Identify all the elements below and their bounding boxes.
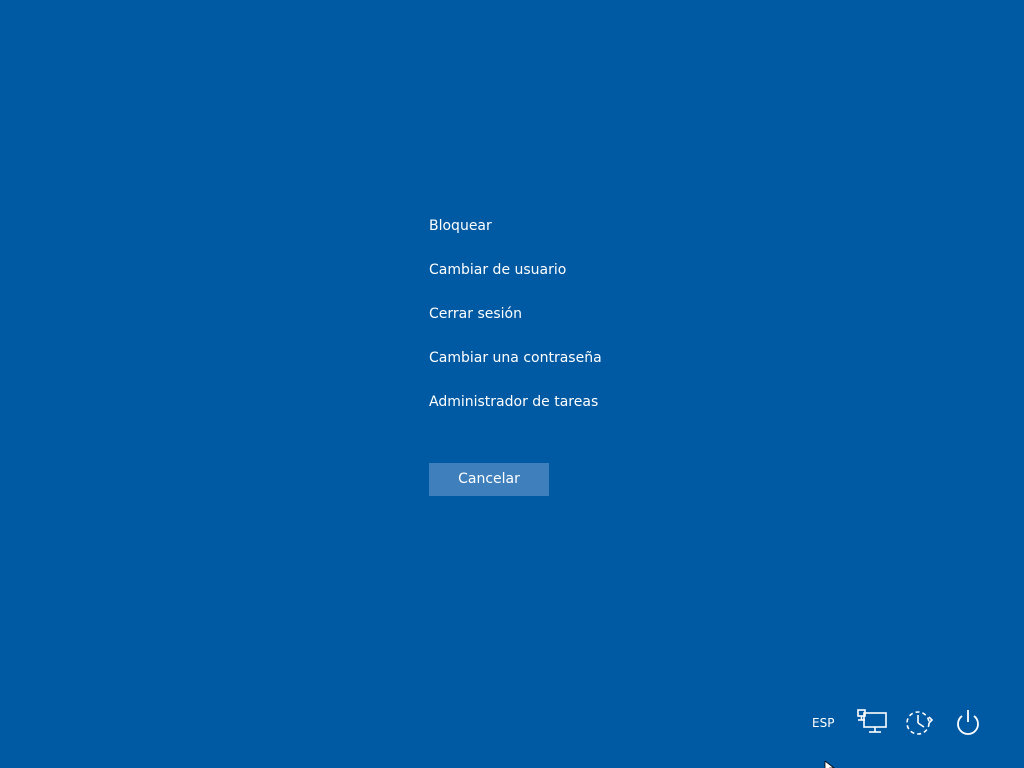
network-icon[interactable] [855,705,889,739]
language-indicator[interactable]: ESP [812,712,834,734]
accessibility-icon[interactable] [902,705,936,739]
sign-out-option[interactable]: Cerrar sesión [429,302,669,326]
mouse-cursor-icon [824,757,836,768]
task-manager-option[interactable]: Administrador de tareas [429,390,669,414]
cancel-button[interactable]: Cancelar [429,463,549,496]
lock-option[interactable]: Bloquear [429,214,669,238]
security-options-menu: Bloquear Cambiar de usuario Cerrar sesió… [429,214,669,434]
change-password-option[interactable]: Cambiar una contraseña [429,346,669,370]
switch-user-option[interactable]: Cambiar de usuario [429,258,669,282]
power-icon[interactable] [951,705,985,739]
